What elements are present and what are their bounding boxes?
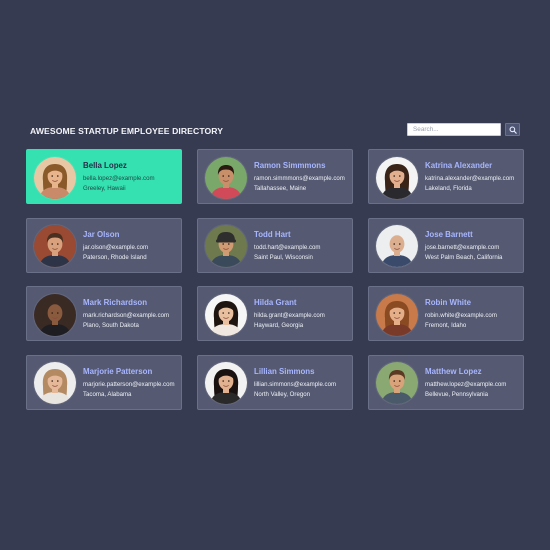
avatar [34,156,76,199]
employee-info: Robin White robin.white@example.com Frem… [425,298,521,330]
employee-email: katrina.alexander@example.com [425,175,515,182]
employee-email: mark.richardson@example.com [83,312,170,319]
employee-name: Jose Barnett [425,229,473,239]
employee-info: Bella Lopez bella.lopez@example.com Gree… [83,161,179,193]
avatar [376,225,418,267]
employee-name: Robin White [425,298,472,307]
employee-info: Matthew Lopez matthew.lopez@example.com … [425,367,521,399]
avatar [376,362,418,404]
avatar [376,293,418,336]
employee-name: Lillian Simmons [254,366,315,376]
avatar-photo [376,225,418,267]
employee-info: Hilda Grant hilda.grant@example.com Hayw… [254,298,350,330]
employee-location: Paterson, Rhode Island [83,253,147,261]
avatar-photo [34,362,76,404]
avatar-photo [376,362,418,404]
employee-location: Hayward, Georgia [254,322,304,329]
avatar-photo [376,156,418,199]
employee-email: bella.lopez@example.com [83,175,155,182]
magnifier-icon [509,126,517,134]
employee-card[interactable]: Bella Lopez bella.lopez@example.com Gree… [26,149,182,204]
employee-card[interactable]: Hilda Grant hilda.grant@example.com Hayw… [197,286,353,341]
employee-card[interactable]: Jar Olson jar.olson@example.com Paterson… [26,217,182,273]
employee-card[interactable]: Ramon Simmmons ramon.simmmons@example.co… [197,149,353,204]
employee-name: Marjorie Patterson [83,366,153,376]
avatar-photo [34,225,76,267]
avatar [34,293,76,336]
employee-email: matthew.lopez@example.com [425,380,507,388]
avatar [34,225,76,267]
search-input[interactable] [407,123,501,136]
employee-location: Tacoma, Alabama [83,390,132,398]
directory-header: AWESOME STARTUP EMPLOYEE DIRECTORY [26,122,520,138]
avatar [205,156,247,199]
employee-card[interactable]: Marjorie Patterson marjorie.patterson@ex… [26,354,182,410]
employee-name: Todd Hart [254,229,291,239]
employee-location: Plano, South Dakota [83,322,139,329]
employee-name: Katrina Alexander [425,161,493,170]
employee-info: Lillian Simmons lillian.simmons@example.… [254,367,350,399]
employee-email: todd.hart@example.com [254,243,321,251]
employee-location: North Valley, Oregon [254,390,310,398]
search-button[interactable] [505,123,520,136]
employee-location: Saint Paul, Wisconsin [254,253,313,261]
avatar [205,293,247,336]
employee-location: Greeley, Hawaii [83,185,126,192]
employee-name: Ramon Simmmons [254,161,326,170]
avatar-photo [34,293,76,336]
employee-card[interactable]: Todd Hart todd.hart@example.com Saint Pa… [197,217,353,273]
employee-card[interactable]: Jose Barnett jose.barnett@example.com We… [368,217,524,273]
avatar-photo [205,293,247,336]
employee-info: Jar Olson jar.olson@example.com Paterson… [83,230,179,262]
avatar-photo [205,225,247,267]
employee-card[interactable]: Matthew Lopez matthew.lopez@example.com … [368,354,524,410]
employee-location: Tallahassee, Maine [254,185,307,192]
employee-name: Matthew Lopez [425,366,482,376]
avatar [34,362,76,404]
employee-info: Marjorie Patterson marjorie.patterson@ex… [83,367,179,399]
employee-email: hilda.grant@example.com [254,312,325,319]
employee-email: jose.barnett@example.com [425,243,500,251]
employee-location: Fremont, Idaho [425,322,467,329]
employee-info: Ramon Simmmons ramon.simmmons@example.co… [254,161,350,193]
employee-email: marjorie.patterson@example.com [83,380,175,388]
avatar-photo [376,293,418,336]
employee-name: Bella Lopez [83,161,127,170]
avatar [205,362,247,404]
employee-info: Katrina Alexander katrina.alexander@exam… [425,161,521,193]
employee-email: ramon.simmmons@example.com [254,175,345,182]
employee-name: Mark Richardson [83,298,148,307]
employee-info: Todd Hart todd.hart@example.com Saint Pa… [254,230,350,262]
employee-grid: Bella Lopez bella.lopez@example.com Gree… [26,149,524,410]
employee-info: Jose Barnett jose.barnett@example.com We… [425,230,521,262]
employee-location: Lakeland, Florida [425,185,472,192]
employee-card[interactable]: Robin White robin.white@example.com Frem… [368,286,524,341]
page-title: AWESOME STARTUP EMPLOYEE DIRECTORY [30,126,224,136]
avatar-photo [205,362,247,404]
avatar [376,156,418,199]
employee-card[interactable]: Lillian Simmons lillian.simmons@example.… [197,354,353,410]
employee-email: jar.olson@example.com [83,243,149,251]
employee-card[interactable]: Mark Richardson mark.richardson@example.… [26,286,182,341]
employee-email: robin.white@example.com [425,312,497,319]
avatar-photo [205,156,247,199]
employee-name: Hilda Grant [254,298,297,307]
avatar-photo [34,156,76,199]
employee-email: lillian.simmons@example.com [254,380,337,388]
employee-location: Bellevue, Pennsylvania [425,390,489,398]
employee-location: West Palm Beach, California [425,253,503,261]
employee-info: Mark Richardson mark.richardson@example.… [83,298,179,330]
employee-card[interactable]: Katrina Alexander katrina.alexander@exam… [368,149,524,204]
employee-name: Jar Olson [83,229,120,239]
avatar [205,225,247,267]
